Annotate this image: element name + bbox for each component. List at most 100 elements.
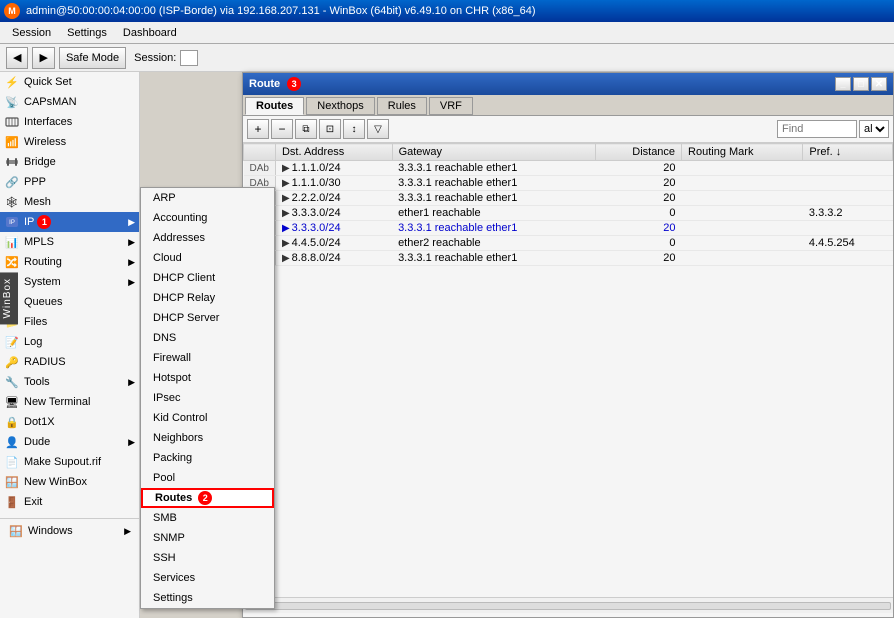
log-icon: 📝 (4, 334, 20, 350)
menu-dashboard[interactable]: Dashboard (115, 25, 185, 41)
gateway-cell: 3.3.3.1 reachable ether1 (392, 221, 595, 236)
session-input[interactable] (180, 50, 198, 66)
forward-button[interactable]: ▶ (32, 47, 54, 69)
back-button[interactable]: ◀ (6, 47, 28, 69)
menu-session[interactable]: Session (4, 25, 59, 41)
sidebar-item-label: PPP (24, 176, 46, 188)
sidebar-item-make-supout[interactable]: 📄 Make Supout.rif (0, 452, 139, 472)
sidebar-item-log[interactable]: 📝 Log (0, 332, 139, 352)
col-header-pref[interactable]: Pref. ↓ (803, 144, 893, 161)
sidebar-item-mesh[interactable]: 🕸 Mesh (0, 192, 139, 212)
dropdown-item-smb[interactable]: SMB (141, 508, 274, 528)
routing-mark-cell (682, 176, 803, 191)
dropdown-item-dhcp-client[interactable]: DHCP Client (141, 268, 274, 288)
dropdown-item-neighbors[interactable]: Neighbors (141, 428, 274, 448)
dropdown-item-ipsec[interactable]: IPsec (141, 388, 274, 408)
system-arrow: ▶ (128, 277, 135, 288)
horizontal-scrollbar[interactable] (245, 602, 891, 610)
dropdown-item-accounting[interactable]: Accounting (141, 208, 274, 228)
find-select[interactable]: all (859, 120, 889, 138)
dropdown-item-dns[interactable]: DNS (141, 328, 274, 348)
dropdown-item-addresses[interactable]: Addresses (141, 228, 274, 248)
gateway-cell: 3.3.3.1 reachable ether1 (392, 191, 595, 206)
sidebar-item-label: New WinBox (24, 476, 87, 488)
dropdown-item-packing[interactable]: Packing (141, 448, 274, 468)
sidebar-item-quick-set[interactable]: ⚡ Quick Set (0, 72, 139, 92)
dropdown-item-snmp[interactable]: SNMP (141, 528, 274, 548)
col-header-distance[interactable]: Distance (595, 144, 681, 161)
sidebar-item-label: Dude (24, 436, 50, 448)
dropdown-item-hotspot[interactable]: Hotspot (141, 368, 274, 388)
gateway-cell: ether1 reachable (392, 206, 595, 221)
find-input[interactable] (777, 120, 857, 138)
dropdown-item-settings[interactable]: Settings (141, 588, 274, 608)
sort-button[interactable]: ↕ (343, 119, 365, 139)
dropdown-item-ssh[interactable]: SSH (141, 548, 274, 568)
dropdown-item-arp[interactable]: ARP (141, 188, 274, 208)
sidebar-item-wireless[interactable]: 📶 Wireless (0, 132, 139, 152)
main-toolbar: ◀ ▶ Safe Mode Session: (0, 44, 894, 72)
safe-mode-button[interactable]: Safe Mode (59, 47, 126, 69)
table-row[interactable]: ▶4.4.5.0/24ether2 reachable04.4.5.254 (244, 236, 893, 251)
dropdown-item-services[interactable]: Services (141, 568, 274, 588)
table-row[interactable]: ▶3.3.3.0/24ether1 reachable03.3.3.2 (244, 206, 893, 221)
sidebar-item-files[interactable]: 📁 Files (0, 312, 139, 332)
sidebar-item-mpls[interactable]: 📊 MPLS ▶ (0, 232, 139, 252)
tab-nexthops[interactable]: Nexthops (306, 97, 374, 115)
sidebar-item-queues[interactable]: 📋 Queues (0, 292, 139, 312)
paste-route-button[interactable]: ⊡ (319, 119, 341, 139)
sidebar-item-capsman[interactable]: 📡 CAPsMAN (0, 92, 139, 112)
col-header-gateway[interactable]: Gateway (392, 144, 595, 161)
sidebar-item-bridge[interactable]: Bridge (0, 152, 139, 172)
sidebar-item-ip[interactable]: IP IP 1 ▶ (0, 212, 139, 232)
dropdown-item-dhcp-server[interactable]: DHCP Server (141, 308, 274, 328)
dropdown-item-firewall[interactable]: Firewall (141, 348, 274, 368)
menu-settings[interactable]: Settings (59, 25, 115, 41)
table-row[interactable]: DAb▶1.1.1.0/303.3.3.1 reachable ether120 (244, 176, 893, 191)
maximize-button[interactable]: □ (853, 77, 869, 91)
sidebar-item-ppp[interactable]: 🔗 PPP (0, 172, 139, 192)
sidebar-item-radius[interactable]: 🔑 RADIUS (0, 352, 139, 372)
dropdown-item-pool[interactable]: Pool (141, 468, 274, 488)
sidebar-item-interfaces[interactable]: Interfaces (0, 112, 139, 132)
sidebar-item-exit[interactable]: 🚪 Exit (0, 492, 139, 512)
col-header-dst[interactable]: Dst. Address (275, 144, 392, 161)
sidebar-item-system[interactable]: ⚙ System ▶ (0, 272, 139, 292)
sidebar-item-new-winbox[interactable]: 🪟 New WinBox (0, 472, 139, 492)
distance-cell: 20 (595, 191, 681, 206)
table-row[interactable]: DAb▶1.1.1.0/243.3.3.1 reachable ether120 (244, 161, 893, 176)
table-row[interactable]: ▶2.2.2.0/243.3.3.1 reachable ether120 (244, 191, 893, 206)
sidebar-item-label: New Terminal (24, 396, 90, 408)
tab-vrf[interactable]: VRF (429, 97, 473, 115)
sidebar-item-dot1x[interactable]: 🔒 Dot1X (0, 412, 139, 432)
minimize-button[interactable]: _ (835, 77, 851, 91)
dropdown-item-dhcp-relay[interactable]: DHCP Relay (141, 288, 274, 308)
sidebar-item-new-terminal[interactable]: 🖥 New Terminal (0, 392, 139, 412)
routing-mark-cell (682, 251, 803, 266)
title-text: admin@50:00:00:04:00:00 (ISP-Borde) via … (26, 5, 536, 17)
sidebar-item-tools[interactable]: 🔧 Tools ▶ (0, 372, 139, 392)
sidebar-item-windows[interactable]: 🪟 Windows ▶ (4, 521, 135, 541)
tab-rules[interactable]: Rules (377, 97, 427, 115)
col-header-routing-mark[interactable]: Routing Mark (682, 144, 803, 161)
ppp-icon: 🔗 (4, 174, 20, 190)
pref-cell (803, 221, 893, 236)
session-label: Session: (134, 52, 176, 64)
sidebar-item-dude[interactable]: 👤 Dude ▶ (0, 432, 139, 452)
sidebar-item-label: Interfaces (24, 116, 72, 128)
radius-icon: 🔑 (4, 354, 20, 370)
close-button[interactable]: ✕ (871, 77, 887, 91)
windows-arrow: ▶ (124, 526, 131, 537)
dropdown-item-cloud[interactable]: Cloud (141, 248, 274, 268)
pref-cell: 4.4.5.254 (803, 236, 893, 251)
dropdown-item-kid-control[interactable]: Kid Control (141, 408, 274, 428)
add-route-button[interactable]: + (247, 119, 269, 139)
remove-route-button[interactable]: − (271, 119, 293, 139)
filter-button[interactable]: ▽ (367, 119, 389, 139)
table-row[interactable]: ▶3.3.3.0/243.3.3.1 reachable ether120 (244, 221, 893, 236)
table-row[interactable]: ▶8.8.8.0/243.3.3.1 reachable ether120 (244, 251, 893, 266)
dropdown-item-routes[interactable]: Routes 2 (141, 488, 274, 508)
copy-route-button[interactable]: ⧉ (295, 119, 317, 139)
tab-routes[interactable]: Routes (245, 97, 304, 115)
sidebar-item-routing[interactable]: 🔀 Routing ▶ (0, 252, 139, 272)
